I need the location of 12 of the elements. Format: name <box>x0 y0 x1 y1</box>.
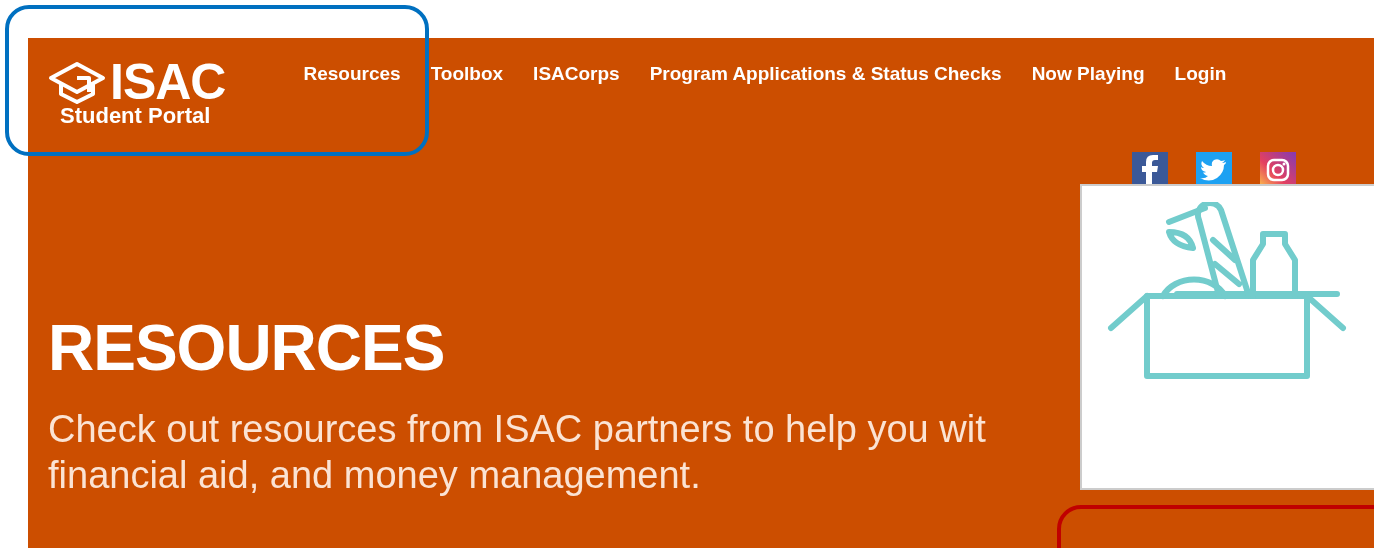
nav-link[interactable]: Resources <box>303 60 401 89</box>
intro-text-line: Check out resources from ISAC partners to help you wit <box>48 407 987 452</box>
nav-link[interactable]: Program Applications & Status Checks <box>649 60 1002 89</box>
intro-text-line: financial aid, and money management. <box>48 453 702 498</box>
nav-link[interactable]: Login <box>1174 60 1227 89</box>
logo-wordmark: ISAC <box>110 60 226 104</box>
nav-link[interactable]: Now Playing <box>1031 60 1145 89</box>
page-title: RESOURCES <box>48 316 446 380</box>
logo-subtitle: Student Portal <box>60 104 212 128</box>
nav-link[interactable]: ISACorps <box>533 60 620 89</box>
nav-link[interactable]: Toolbox <box>430 60 504 89</box>
graduation-cap-icon <box>48 60 106 104</box>
